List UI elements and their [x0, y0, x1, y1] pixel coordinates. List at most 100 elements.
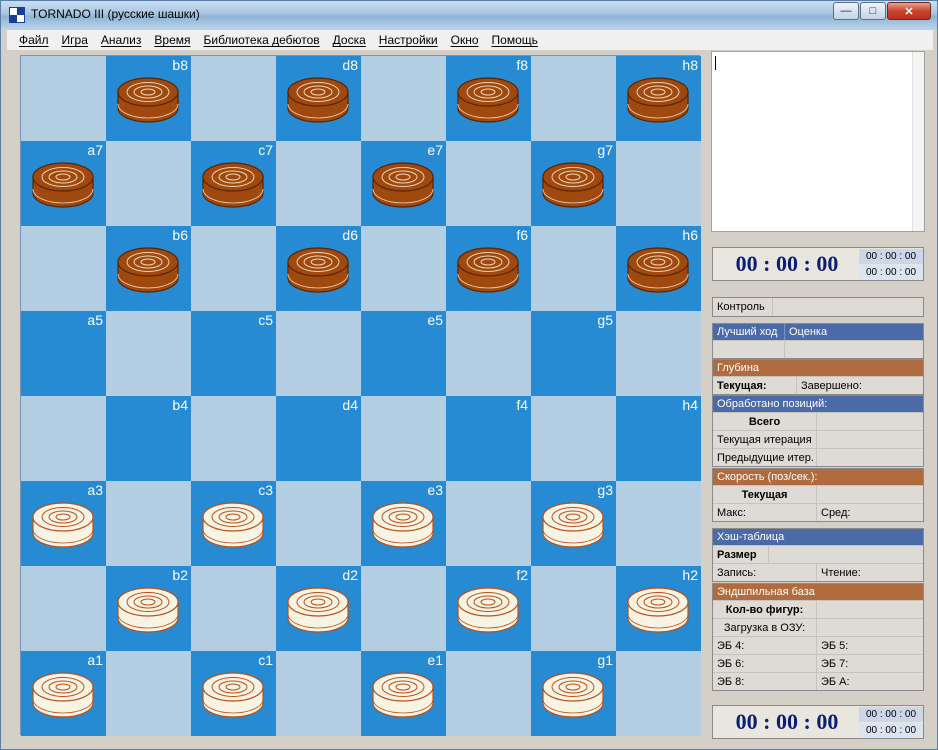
- board-square[interactable]: d4: [276, 396, 361, 481]
- black-checker-piece[interactable]: [116, 244, 180, 296]
- board-square[interactable]: [276, 481, 361, 566]
- white-checker-piece[interactable]: [371, 499, 435, 551]
- white-checker-piece[interactable]: [541, 669, 605, 721]
- board-square[interactable]: [361, 56, 446, 141]
- board-square[interactable]: [616, 311, 701, 396]
- board-square[interactable]: [106, 651, 191, 736]
- board-square[interactable]: d2: [276, 566, 361, 651]
- board-square[interactable]: c3: [191, 481, 276, 566]
- white-checker-piece[interactable]: [31, 499, 95, 551]
- black-checker-piece[interactable]: [456, 244, 520, 296]
- board-square[interactable]: [361, 566, 446, 651]
- board-square[interactable]: b2: [106, 566, 191, 651]
- black-checker-piece[interactable]: [286, 244, 350, 296]
- menu-game[interactable]: Игра: [62, 33, 88, 47]
- board-square[interactable]: a1: [21, 651, 106, 736]
- board-square[interactable]: a7: [21, 141, 106, 226]
- board-square[interactable]: b8: [106, 56, 191, 141]
- black-checker-piece[interactable]: [286, 74, 350, 126]
- black-checker-piece[interactable]: [31, 159, 95, 211]
- board-square[interactable]: [531, 56, 616, 141]
- board-square[interactable]: [191, 56, 276, 141]
- board-square[interactable]: [531, 226, 616, 311]
- title-bar[interactable]: TORNADO III (русские шашки) — □ ✕: [1, 1, 937, 29]
- board-square[interactable]: [446, 481, 531, 566]
- board-square[interactable]: e3: [361, 481, 446, 566]
- board-square[interactable]: [361, 396, 446, 481]
- menu-window[interactable]: Окно: [451, 33, 479, 47]
- board-square[interactable]: [106, 311, 191, 396]
- board-square[interactable]: [106, 141, 191, 226]
- board-square[interactable]: d6: [276, 226, 361, 311]
- board-square[interactable]: c5: [191, 311, 276, 396]
- board-square[interactable]: h6: [616, 226, 701, 311]
- board-square[interactable]: [446, 141, 531, 226]
- board-square[interactable]: c1: [191, 651, 276, 736]
- board-square[interactable]: b6: [106, 226, 191, 311]
- black-checker-piece[interactable]: [456, 74, 520, 126]
- white-checker-piece[interactable]: [286, 584, 350, 636]
- board-square[interactable]: f4: [446, 396, 531, 481]
- board-square[interactable]: h4: [616, 396, 701, 481]
- board-square[interactable]: [106, 481, 191, 566]
- board-square[interactable]: g1: [531, 651, 616, 736]
- black-checker-piece[interactable]: [116, 74, 180, 126]
- board-square[interactable]: [616, 481, 701, 566]
- board-square[interactable]: [21, 566, 106, 651]
- board-square[interactable]: [616, 141, 701, 226]
- board-square[interactable]: c7: [191, 141, 276, 226]
- board-square[interactable]: g5: [531, 311, 616, 396]
- black-checker-piece[interactable]: [201, 159, 265, 211]
- minimize-button[interactable]: —: [833, 2, 859, 20]
- menu-board[interactable]: Доска: [333, 33, 366, 47]
- board-square[interactable]: [191, 566, 276, 651]
- board-square[interactable]: [276, 651, 361, 736]
- menu-opening-library[interactable]: Библиотека дебютов: [204, 33, 320, 47]
- board-square[interactable]: g3: [531, 481, 616, 566]
- white-checker-piece[interactable]: [116, 584, 180, 636]
- notation-scrollbar[interactable]: [912, 52, 924, 231]
- menu-time[interactable]: Время: [154, 33, 190, 47]
- board-square[interactable]: [531, 396, 616, 481]
- board-square[interactable]: a5: [21, 311, 106, 396]
- white-checker-piece[interactable]: [456, 584, 520, 636]
- board-square[interactable]: [191, 226, 276, 311]
- board-square[interactable]: d8: [276, 56, 361, 141]
- maximize-button[interactable]: □: [860, 2, 886, 20]
- board-square[interactable]: e5: [361, 311, 446, 396]
- menu-help[interactable]: Помощь: [492, 33, 538, 47]
- board-square[interactable]: [446, 311, 531, 396]
- board-square[interactable]: [276, 311, 361, 396]
- board-square[interactable]: [446, 651, 531, 736]
- board-square[interactable]: g7: [531, 141, 616, 226]
- white-checker-piece[interactable]: [31, 669, 95, 721]
- board-square[interactable]: b4: [106, 396, 191, 481]
- menu-analysis[interactable]: Анализ: [101, 33, 142, 47]
- white-checker-piece[interactable]: [371, 669, 435, 721]
- board-square[interactable]: e7: [361, 141, 446, 226]
- board-square[interactable]: a3: [21, 481, 106, 566]
- menu-settings[interactable]: Настройки: [379, 33, 438, 47]
- black-checker-piece[interactable]: [371, 159, 435, 211]
- black-checker-piece[interactable]: [541, 159, 605, 211]
- board-square[interactable]: e1: [361, 651, 446, 736]
- menu-file[interactable]: Файл: [19, 33, 49, 47]
- board-square[interactable]: [21, 56, 106, 141]
- board-square[interactable]: [361, 226, 446, 311]
- white-checker-piece[interactable]: [201, 499, 265, 551]
- close-button[interactable]: ✕: [887, 2, 931, 20]
- black-checker-piece[interactable]: [626, 74, 690, 126]
- board-square[interactable]: f2: [446, 566, 531, 651]
- board-square[interactable]: [191, 396, 276, 481]
- board-square[interactable]: f6: [446, 226, 531, 311]
- board-square[interactable]: h8: [616, 56, 701, 141]
- black-checker-piece[interactable]: [626, 244, 690, 296]
- board-square[interactable]: h2: [616, 566, 701, 651]
- board-square[interactable]: [21, 396, 106, 481]
- board-square[interactable]: [276, 141, 361, 226]
- board-square[interactable]: f8: [446, 56, 531, 141]
- white-checker-piece[interactable]: [626, 584, 690, 636]
- white-checker-piece[interactable]: [541, 499, 605, 551]
- board-square[interactable]: [21, 226, 106, 311]
- board-square[interactable]: [531, 566, 616, 651]
